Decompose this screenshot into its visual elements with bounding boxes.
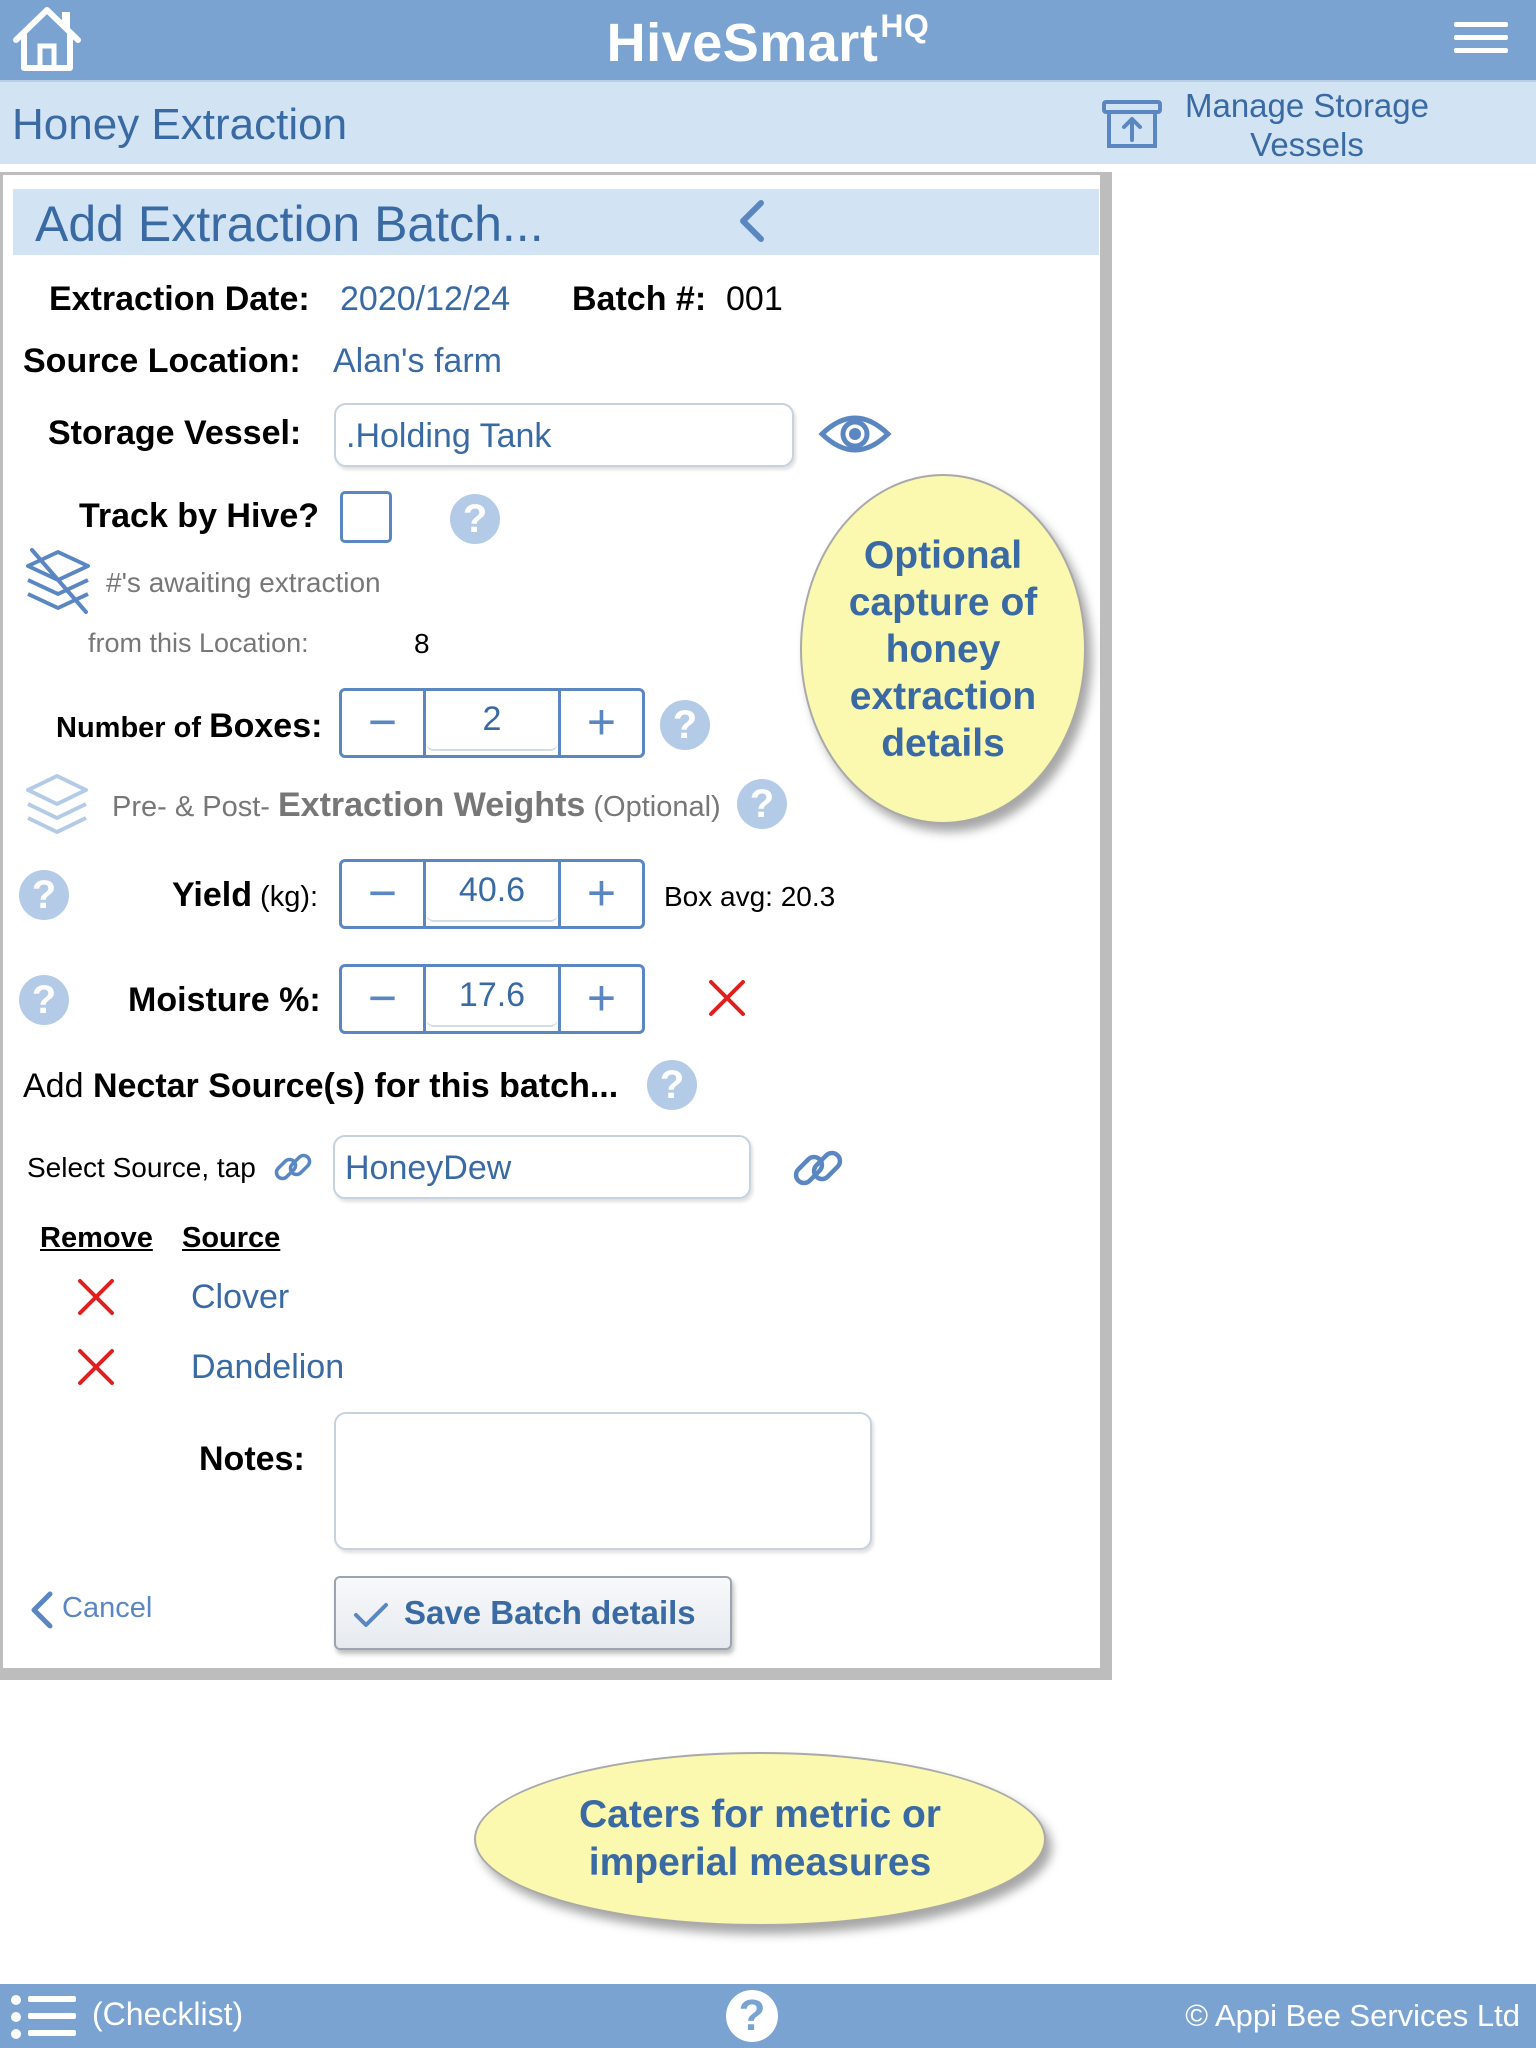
boxes-value-input[interactable]: 2 bbox=[426, 697, 558, 751]
notes-label: Notes: bbox=[199, 1440, 305, 1478]
nectar-help-icon[interactable]: ? bbox=[647, 1060, 697, 1110]
moisture-stepper: − 17.6 + bbox=[339, 964, 645, 1034]
section-title: Honey Extraction bbox=[12, 100, 348, 149]
link-icon bbox=[274, 1153, 312, 1181]
batch-value: 001 bbox=[726, 280, 783, 318]
save-batch-label: Save Batch details bbox=[404, 1594, 696, 1631]
checklist-button[interactable] bbox=[8, 1992, 80, 2042]
footer-help-icon[interactable]: ? bbox=[726, 1990, 778, 2042]
number-of-boxes-label: Number of Boxes: bbox=[56, 707, 322, 746]
remove-source-icon[interactable] bbox=[76, 1347, 116, 1387]
metric-imperial-text: Caters for metric or imperial measures bbox=[579, 1793, 941, 1884]
track-by-hive-help-icon[interactable]: ? bbox=[450, 494, 500, 544]
weights-prefix: Pre- & Post- bbox=[112, 791, 278, 823]
from-location-value: 8 bbox=[414, 628, 430, 659]
nectar-prefix: Add bbox=[23, 1067, 93, 1105]
select-source-field[interactable]: HoneyDew bbox=[333, 1135, 751, 1199]
storage-link-line1: Manage Storage bbox=[1184, 87, 1429, 124]
boxes-label-main: Boxes bbox=[209, 707, 312, 745]
extraction-weights-heading: Pre- & Post- Extraction Weights (Optiona… bbox=[112, 786, 721, 825]
select-source-label: Select Source, tap bbox=[27, 1152, 256, 1183]
weights-help-icon[interactable]: ? bbox=[737, 779, 787, 829]
app-title: HiveSmartHQ bbox=[0, 8, 1536, 74]
hamburger-menu-icon bbox=[1454, 22, 1508, 27]
chevron-left-icon[interactable] bbox=[733, 197, 773, 245]
storage-link-line2: Vessels bbox=[1250, 126, 1364, 163]
from-location-label: from this Location: bbox=[88, 628, 309, 658]
yield-label: Yield (kg): bbox=[172, 876, 318, 915]
optional-capture-callout: Optional capture of honey extraction det… bbox=[800, 474, 1086, 824]
bottom-bar: (Checklist) ? © Appi Bee Services Ltd bbox=[0, 1984, 1536, 2048]
clear-moisture-icon[interactable] bbox=[707, 978, 747, 1018]
app-superscript: HQ bbox=[880, 8, 930, 44]
checklist-label[interactable]: (Checklist) bbox=[92, 1996, 243, 2033]
notes-field[interactable] bbox=[334, 1412, 872, 1550]
panel-header: Add Extraction Batch... bbox=[13, 189, 1099, 255]
boxes-label-suffix: : bbox=[311, 707, 323, 745]
remove-source-icon[interactable] bbox=[76, 1277, 116, 1317]
optional-capture-text: Optional capture of honey extraction det… bbox=[848, 533, 1038, 765]
extraction-date-label: Extraction Date: bbox=[49, 280, 310, 318]
checkmark-icon bbox=[354, 1603, 388, 1627]
boxes-stepper: − 2 + bbox=[339, 688, 645, 758]
storage-vessel-label: Storage Vessel: bbox=[48, 414, 302, 452]
track-by-hive-label: Track by Hive? bbox=[79, 497, 320, 535]
chevron-left-icon bbox=[31, 1591, 53, 1629]
boxes-stack-strikethrough-icon bbox=[26, 548, 90, 614]
box-average-text: Box avg: 20.3 bbox=[664, 881, 836, 912]
top-bar: HiveSmartHQ bbox=[0, 0, 1536, 80]
source-location-label: Source Location: bbox=[23, 342, 301, 380]
boxes-label-prefix: Number of bbox=[56, 712, 210, 744]
app-name: HiveSmart bbox=[606, 13, 879, 73]
panel-title: Add Extraction Batch... bbox=[35, 196, 544, 252]
copyright-text: © Appi Bee Services Ltd bbox=[1185, 1998, 1520, 2033]
moisture-increment-button[interactable]: + bbox=[558, 967, 642, 1031]
weights-suffix: (Optional) bbox=[585, 791, 721, 823]
track-by-hive-checkbox[interactable] bbox=[340, 491, 392, 543]
boxes-decrement-button[interactable]: − bbox=[342, 691, 426, 755]
yield-label-text: Yield bbox=[172, 876, 252, 914]
yield-stepper: − 40.6 + bbox=[339, 859, 645, 929]
batch-label: Batch #: bbox=[572, 280, 707, 318]
yield-decrement-button[interactable]: − bbox=[342, 862, 426, 926]
nectar-source-heading: Add Nectar Source(s) for this batch... bbox=[23, 1067, 618, 1106]
moisture-help-icon[interactable]: ? bbox=[19, 975, 69, 1025]
source-column-header: Source bbox=[182, 1222, 281, 1254]
moisture-label: Moisture %: bbox=[128, 981, 321, 1019]
boxes-help-icon[interactable]: ? bbox=[660, 700, 710, 750]
storage-vessel-field[interactable]: .Holding Tank bbox=[334, 403, 794, 467]
manage-storage-vessels-link[interactable]: Manage Storage Vessels bbox=[1100, 86, 1440, 163]
sub-header: Honey Extraction Manage Storage Vessels bbox=[0, 80, 1536, 164]
cancel-label: Cancel bbox=[62, 1592, 153, 1624]
source-name: Dandelion bbox=[191, 1348, 345, 1386]
nectar-main: Nectar Source(s) for this batch... bbox=[92, 1067, 619, 1105]
boxes-increment-button[interactable]: + bbox=[558, 691, 642, 755]
storage-box-upload-icon bbox=[1102, 100, 1162, 148]
metric-imperial-callout: Caters for metric or imperial measures bbox=[474, 1752, 1046, 1926]
source-name: Clover bbox=[191, 1278, 290, 1316]
list-icon bbox=[11, 1995, 76, 2039]
moisture-decrement-button[interactable]: − bbox=[342, 967, 426, 1031]
eye-icon[interactable] bbox=[818, 408, 892, 460]
yield-unit: (kg): bbox=[252, 881, 319, 913]
moisture-value-input[interactable]: 17.6 bbox=[426, 973, 558, 1027]
awaiting-extraction-text: #'s awaiting extraction bbox=[106, 567, 381, 598]
save-batch-button[interactable]: Save Batch details bbox=[334, 1576, 732, 1650]
yield-value-input[interactable]: 40.6 bbox=[426, 868, 558, 922]
source-location-value[interactable]: Alan's farm bbox=[333, 342, 502, 381]
yield-increment-button[interactable]: + bbox=[558, 862, 642, 926]
link-source-icon[interactable] bbox=[790, 1140, 846, 1196]
weights-main: Extraction Weights bbox=[278, 786, 586, 824]
extraction-date-value[interactable]: 2020/12/24 bbox=[340, 280, 510, 319]
hamburger-menu-button[interactable] bbox=[1454, 22, 1508, 58]
boxes-stack-icon bbox=[26, 774, 88, 834]
yield-help-icon[interactable]: ? bbox=[19, 870, 69, 920]
remove-column-header: Remove bbox=[40, 1222, 153, 1254]
